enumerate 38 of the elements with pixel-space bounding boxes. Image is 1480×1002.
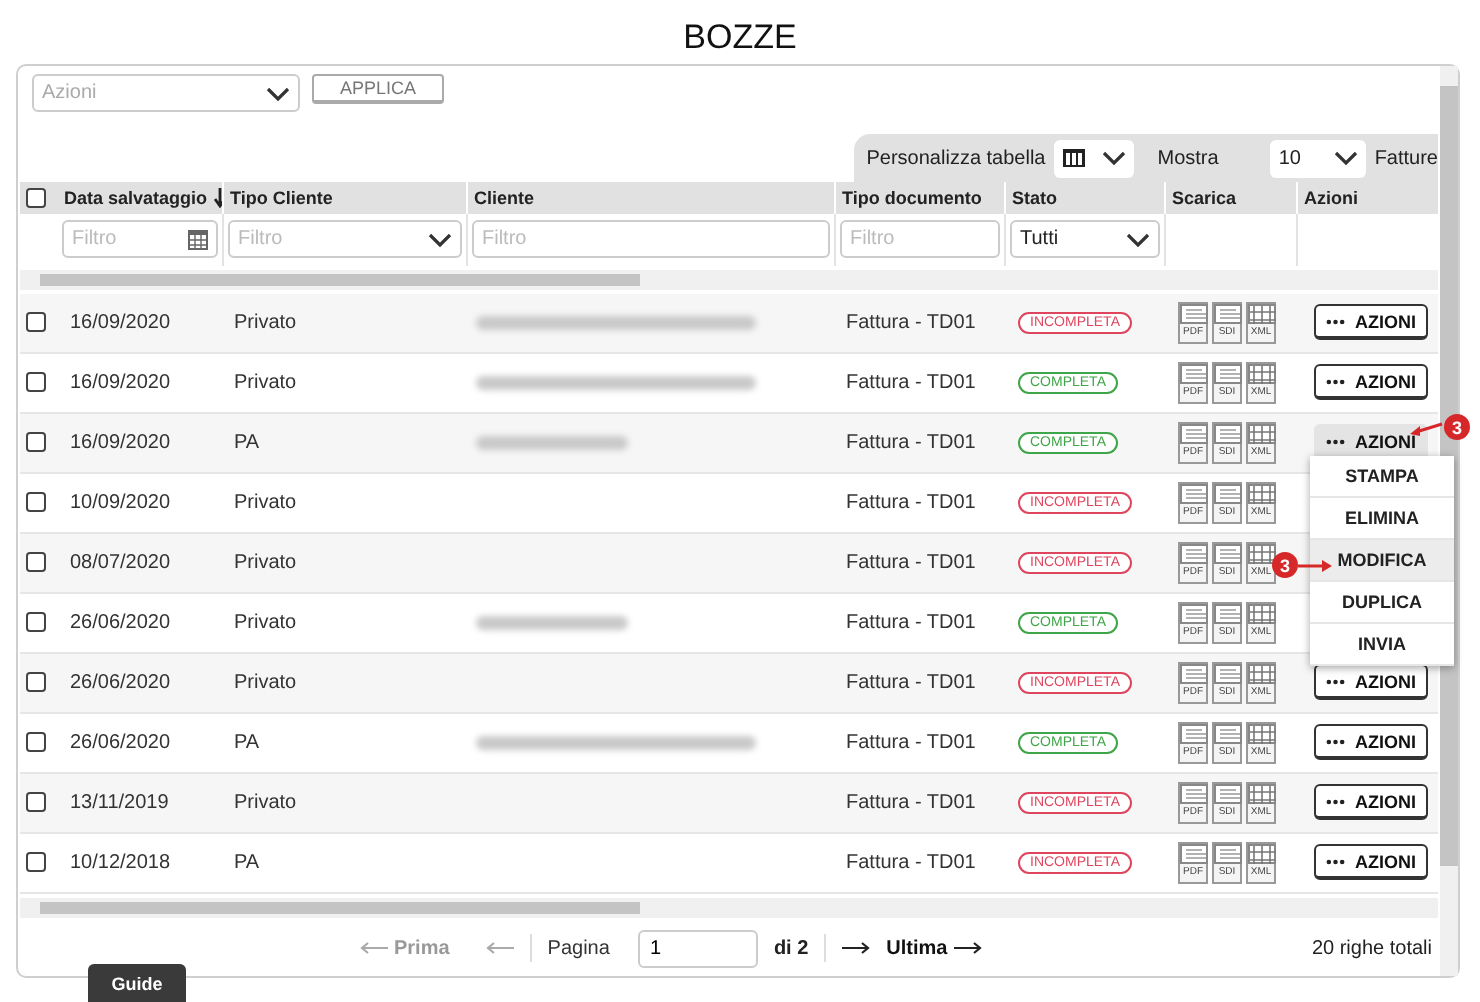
table-cell-text: 08/07/2020 (68, 551, 171, 574)
table-cell-text: Privato (232, 551, 297, 574)
table-cell-text: Privato (232, 491, 297, 514)
table-cell-text: 26/06/2020 (68, 731, 171, 754)
table-cell-text: Fattura - TD01 (844, 311, 976, 334)
table-cell-text: 13/11/2019 (68, 791, 169, 814)
customize-label: Personalizza tabella (866, 147, 1046, 170)
show-label: Mostra (1157, 147, 1219, 170)
table-cell-text: Fattura - TD01 (844, 551, 976, 574)
callout-number: 3 (1444, 414, 1470, 440)
table-cell-text: 16/09/2020 (68, 431, 171, 454)
table-cell-text: PA (232, 851, 260, 874)
table-cell-text: 16/09/2020 (68, 311, 171, 334)
table-cell-text: PA (232, 731, 260, 754)
table-cell-text: Fattura - TD01 (844, 491, 976, 514)
table-cell-text: 26/06/2020 (68, 611, 171, 634)
table-cell-text: 10/09/2020 (68, 491, 171, 514)
table-cell-text: Privato (232, 611, 297, 634)
table-cell-text: Privato (232, 671, 297, 694)
table-cell-text: 10/12/2018 (68, 851, 171, 874)
table-cell-text: Fattura - TD01 (844, 431, 976, 454)
table-cell-text: Fattura - TD01 (844, 611, 976, 634)
table-cell-text: Fattura - TD01 (844, 671, 976, 694)
table-cell-text: Privato (232, 371, 297, 394)
table-cell-text: Fattura - TD01 (844, 371, 976, 394)
page-title: BOZZE (681, 16, 799, 60)
table-cell-text: PA (232, 431, 260, 454)
table-cell-text: 26/06/2020 (68, 671, 171, 694)
page-size-unit: Fatture (1374, 147, 1438, 170)
table-cell-text: Fattura - TD01 (844, 731, 976, 754)
page-count: di 2 (773, 937, 809, 960)
table-cell-text: 16/09/2020 (68, 371, 171, 394)
table-cell-text: Fattura - TD01 (844, 851, 976, 874)
table-cell-text: Privato (232, 791, 297, 814)
table-cell-text: Fattura - TD01 (844, 791, 976, 814)
row-total: 20 righe totali (1311, 937, 1432, 960)
page-label: Pagina (547, 937, 610, 960)
table-cell-text: Privato (232, 311, 297, 334)
